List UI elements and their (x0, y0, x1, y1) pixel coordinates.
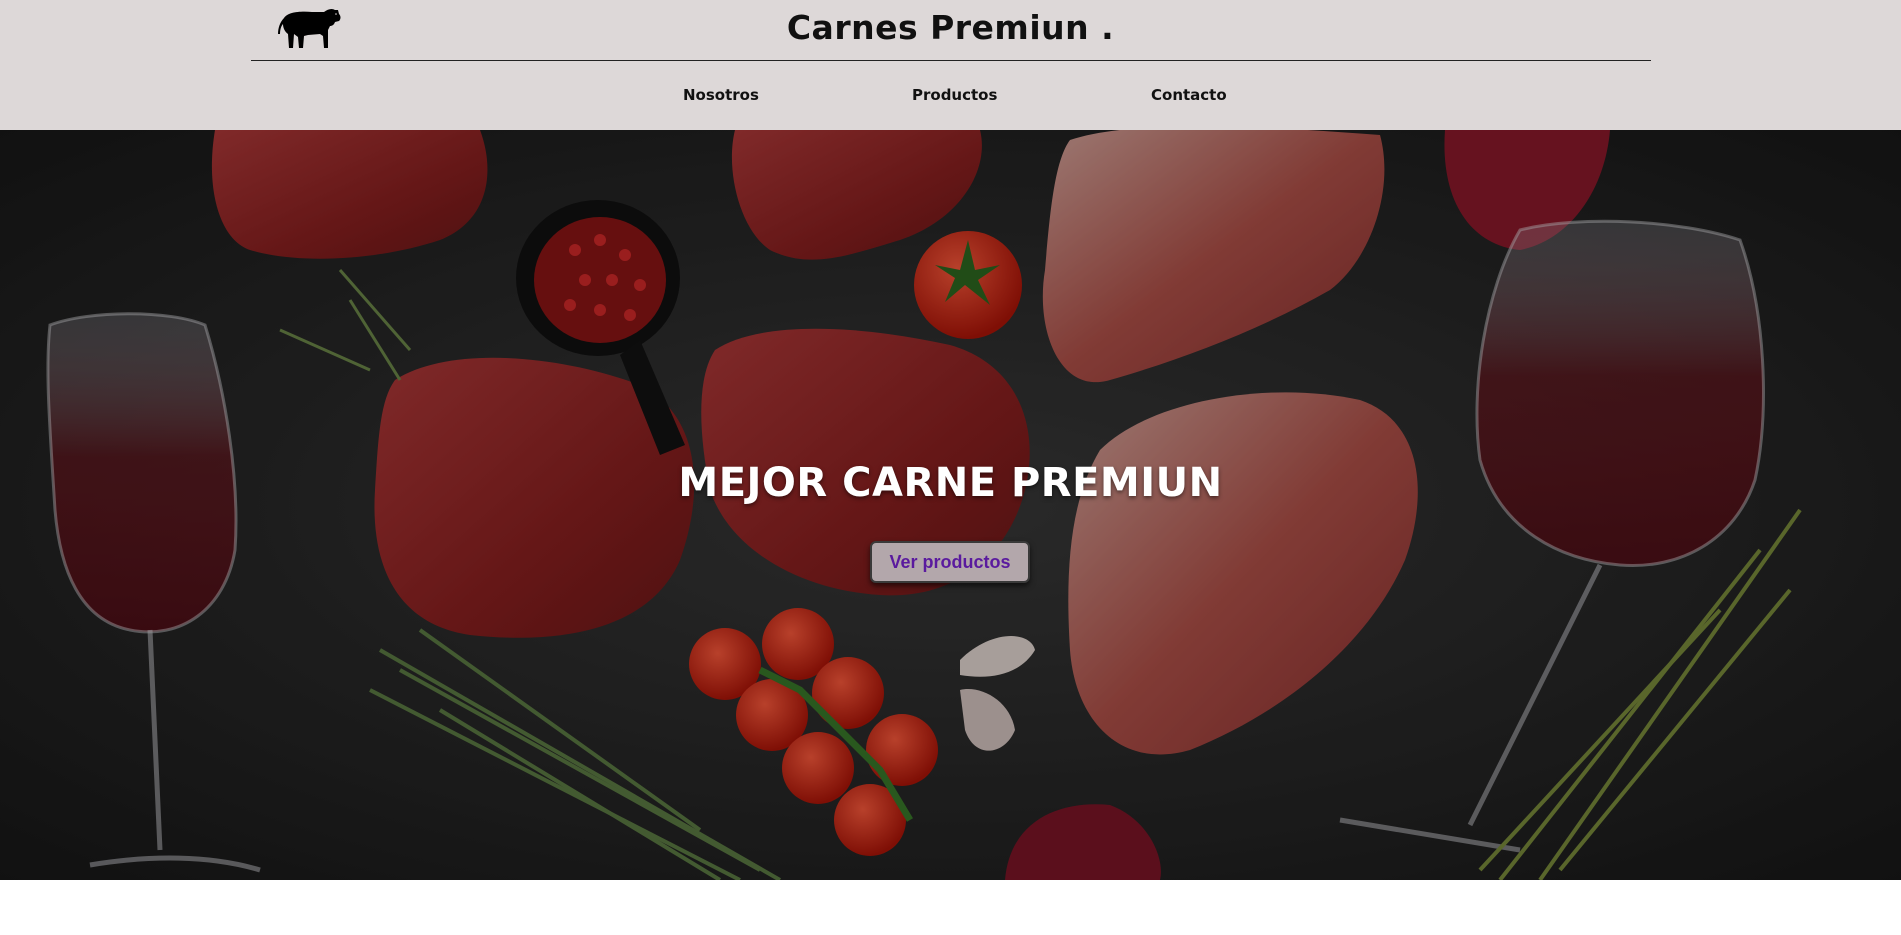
nav-link-contacto[interactable]: Contacto (1151, 86, 1227, 104)
main-nav: Nosotros Productos Contacto (0, 86, 1901, 108)
hero-heading: MEJOR CARNE PREMIUN (678, 460, 1223, 506)
nav-link-nosotros[interactable]: Nosotros (683, 86, 759, 104)
nav-link-productos[interactable]: Productos (912, 86, 997, 104)
hero-section: MEJOR CARNE PREMIUN Ver productos (0, 130, 1901, 880)
site-header: Carnes Premiun . Nosotros Productos Cont… (0, 0, 1901, 130)
view-products-button[interactable]: Ver productos (870, 541, 1030, 583)
header-divider (251, 60, 1651, 61)
site-title: Carnes Premiun . (786, 8, 1115, 47)
